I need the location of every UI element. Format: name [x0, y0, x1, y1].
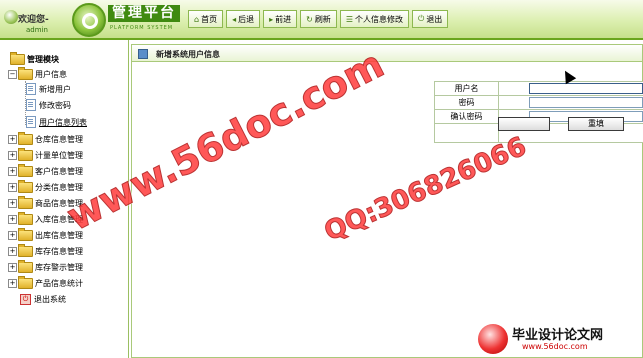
sidebar-item-group[interactable]: + 客户信息管理 [8, 163, 83, 178]
panel-header: 新增系统用户信息 [131, 44, 643, 62]
folder-icon [18, 227, 33, 241]
folder-icon [18, 275, 33, 289]
sidebar-item-user-info[interactable]: − 用户信息 [8, 66, 67, 81]
top-nav: ⌂ 首页 ◂ 后退 ▸ 前进 ↻ 刷新 ☰ 个人信息修改 ⏻ 退出 [188, 10, 451, 28]
nav-back-button[interactable]: ◂ 后退 [226, 10, 261, 28]
sidebar-item-group[interactable]: + 分类信息管理 [8, 179, 83, 194]
folder-icon [18, 163, 33, 177]
app-title: 管理平台 [108, 5, 180, 22]
nav-label: 刷新 [314, 14, 331, 24]
add-user-form: 用户名 密码 确认密码 [434, 81, 643, 143]
app-subtitle: PLATFORM SYSTEM [110, 25, 174, 31]
power-icon: ⏻ [417, 14, 425, 23]
form-icon [138, 49, 148, 59]
welcome-text: 欢迎您- [18, 15, 49, 25]
sidebar-item-group[interactable]: + 出库信息管理 [8, 227, 83, 242]
page-icon [26, 83, 36, 95]
brand-url: www.56doc.com [522, 342, 588, 351]
folder-icon [18, 131, 33, 145]
sidebar-item-user-list[interactable]: 用户信息列表 [26, 115, 87, 129]
welcome-block: 欢迎您- admin [4, 4, 49, 34]
sidebar-item-label: 库存警示管理 [35, 262, 83, 272]
nav-refresh-button[interactable]: ↻ 刷新 [300, 10, 337, 28]
forward-icon: ▸ [269, 14, 274, 24]
sidebar-item-label: 产品信息统计 [35, 278, 83, 288]
sidebar-item-label: 客户信息管理 [35, 166, 83, 176]
sidebar-item-label: 用户信息 [35, 69, 67, 79]
brand-title: 毕业设计论文网 [512, 328, 604, 343]
logo-icon [72, 3, 106, 37]
sidebar-item-group[interactable]: + 库存信息管理 [8, 243, 83, 258]
folder-icon [18, 195, 33, 209]
sidebar-item-label: 用户信息列表 [39, 117, 87, 127]
key-icon [26, 99, 36, 111]
sidebar-root: 管理模块 [10, 51, 59, 66]
top-header: 欢迎您- admin 管理平台 PLATFORM SYSTEM ⌂ 首页 ◂ 后退 … [0, 0, 643, 40]
sidebar-item-label: 修改密码 [39, 100, 71, 110]
username-label: 用户名 [434, 81, 499, 96]
nav-label: 个人信息修改 [354, 14, 403, 24]
nav-logout-button[interactable]: ⏻ 退出 [411, 10, 449, 28]
sidebar-title: 管理模块 [27, 54, 59, 64]
home-icon: ⌂ [194, 14, 200, 24]
avatar-icon [4, 10, 18, 24]
back-icon: ◂ [232, 14, 237, 24]
exit-icon: ⏻ [20, 293, 31, 305]
brand-logo-icon [478, 324, 508, 354]
sidebar-item-group[interactable]: + 库存警示管理 [8, 259, 83, 274]
refresh-icon: ↻ [306, 14, 313, 24]
submit-button[interactable] [498, 117, 550, 131]
nav-label: 前进 [275, 14, 292, 24]
sidebar-item-exit[interactable]: ⏻ 退出系统 [20, 292, 66, 306]
username-text: admin [26, 26, 48, 34]
sidebar-item-label: 计量单位管理 [35, 150, 83, 160]
folder-icon [18, 243, 33, 257]
nav-label: 退出 [426, 14, 443, 24]
page-title: 新增系统用户信息 [156, 50, 220, 59]
sidebar-item-group[interactable]: + 仓库信息管理 [8, 131, 83, 146]
sidebar-item-label: 仓库信息管理 [35, 134, 83, 144]
folder-icon [18, 179, 33, 193]
list-icon [26, 116, 36, 128]
user-edit-icon: ☰ [345, 14, 353, 24]
brand-watermark: 毕业设计论文网 www.56doc.com [478, 322, 640, 356]
username-input[interactable] [529, 83, 643, 94]
sidebar-item-label: 新增用户 [39, 84, 71, 94]
sidebar-item-group[interactable]: + 产品信息统计 [8, 275, 83, 290]
password-input[interactable] [529, 97, 643, 108]
sidebar-item-label: 退出系统 [34, 294, 66, 304]
folder-icon [18, 259, 33, 273]
reset-button[interactable]: 重填 [568, 117, 624, 131]
nav-home-button[interactable]: ⌂ 首页 [188, 10, 224, 28]
nav-profile-button[interactable]: ☰ 个人信息修改 [339, 10, 409, 28]
folder-open-icon [10, 51, 25, 65]
folder-icon [18, 211, 33, 225]
nav-label: 首页 [201, 14, 218, 24]
nav-label: 后退 [238, 14, 255, 24]
nav-forward-button[interactable]: ▸ 前进 [263, 10, 298, 28]
sidebar-item-group[interactable]: + 计量单位管理 [8, 147, 83, 162]
confirm-password-label: 确认密码 [434, 109, 499, 124]
password-label: 密码 [434, 95, 499, 110]
sidebar-item-label: 库存信息管理 [35, 246, 83, 256]
sidebar-item-add-user[interactable]: 新增用户 [26, 82, 71, 96]
folder-icon [18, 147, 33, 161]
folder-open-icon [18, 66, 33, 80]
sidebar-item-change-password[interactable]: 修改密码 [26, 98, 71, 112]
